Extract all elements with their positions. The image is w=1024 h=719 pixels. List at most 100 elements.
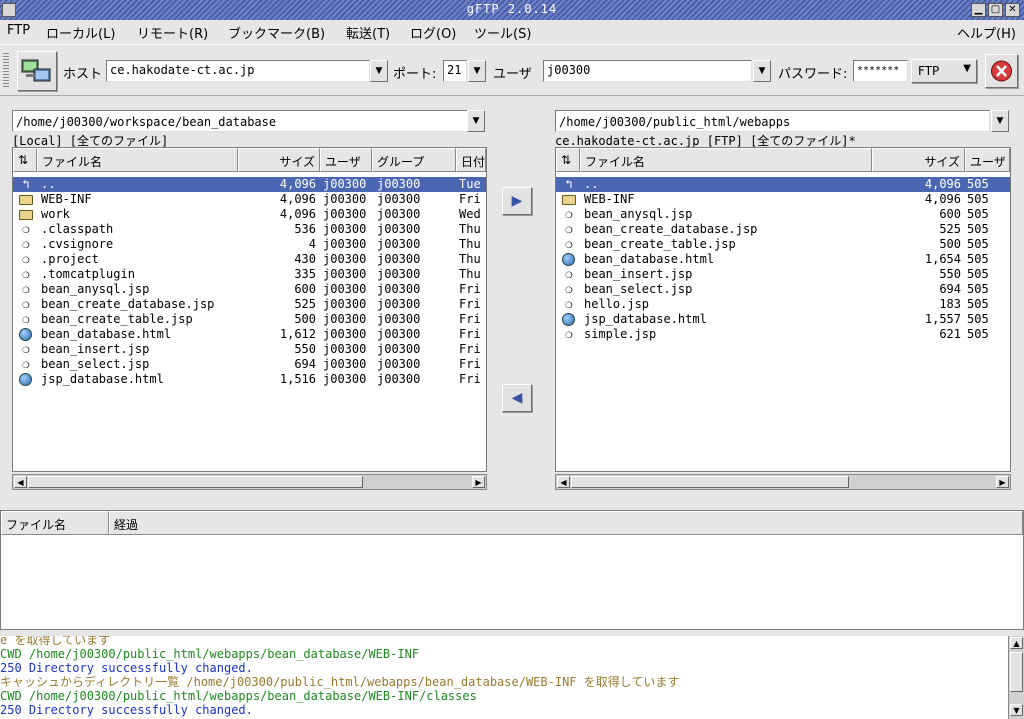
toolbar-grip-icon[interactable] (3, 53, 9, 89)
local-file-row[interactable]: work 4,096 j00300 j00300 Wed (13, 207, 486, 222)
local-col-date[interactable]: 日付 (456, 148, 486, 172)
remote-cell-size: 4,096 (924, 192, 961, 206)
scroll-up-icon[interactable]: ▲ (1010, 637, 1023, 649)
local-hscrollbar[interactable]: ◀ ▶ (12, 474, 487, 490)
local-file-row[interactable]: jsp_database.html 1,516 j00300 j00300 Fri (13, 372, 486, 387)
remote-path-dropdown-icon[interactable]: ▼ (991, 110, 1009, 132)
local-file-row[interactable]: ❍ bean_create_database.jsp 525 j00300 j00300… (13, 297, 486, 312)
local-file-row[interactable]: bean_database.html 1,612 j00300 j00300 Fri (13, 327, 486, 342)
local-file-row[interactable]: ❍ bean_select.jsp 694 j00300 j00300 Fri (13, 357, 486, 372)
local-cell-user: j00300 (323, 297, 367, 311)
password-label: パスワード: (778, 67, 848, 82)
remote-file-row[interactable]: ↰.. 4,096 505 (556, 177, 1010, 192)
remote-file-row[interactable]: ❍ bean_create_database.jsp 525 505 (556, 222, 1010, 237)
minimize-icon[interactable]: ▁ (971, 3, 986, 17)
local-file-row[interactable]: ❍ bean_create_table.jsp 500 j00300 j00300 Fri (13, 312, 486, 327)
port-input[interactable]: 21 (443, 60, 467, 82)
local-hscroll-thumb[interactable] (28, 476, 363, 488)
remote-path-input[interactable]: /home/j00300/public_html/webapps (555, 110, 990, 132)
local-path-input[interactable]: /home/j00300/workspace/bean_database (12, 110, 468, 132)
user-input[interactable]: j00300 (543, 60, 752, 82)
protocol-value: FTP (918, 64, 940, 78)
host-input[interactable]: ce.hakodate-ct.ac.jp (106, 60, 370, 82)
file-icon: ❍ (22, 297, 30, 311)
local-file-row[interactable]: ↰.. 4,096 j00300 j00300 Tue (13, 177, 486, 192)
local-file-row[interactable]: ❍ bean_anysql.jsp 600 j00300 j00300 Fri (13, 282, 486, 297)
scroll-left-icon[interactable]: ◀ (14, 476, 27, 488)
local-file-row[interactable]: ❍ .tomcatplugin 335 j00300 j00300 Thu (13, 267, 486, 282)
remote-hscrollbar[interactable]: ◀ ▶ (555, 474, 1011, 490)
transfer-queue[interactable]: ファイル名 経過 (0, 510, 1024, 630)
local-col-user[interactable]: ユーザ (320, 148, 372, 172)
title-bar[interactable]: gFTP 2.0.14 ▁ ▢ ✕ (0, 0, 1024, 20)
menu-transfer[interactable]: 転送(T) (346, 23, 390, 42)
local-cell-date: Fri (459, 342, 481, 356)
remote-file-row[interactable]: ❍ bean_select.jsp 694 505 (556, 282, 1010, 297)
local-cell-user: j00300 (323, 252, 367, 266)
host-dropdown-icon[interactable]: ▼ (370, 60, 388, 82)
user-dropdown-icon[interactable]: ▼ (753, 60, 771, 82)
local-file-row[interactable]: WEB-INF 4,096 j00300 j00300 Fri (13, 192, 486, 207)
log-vscroll-thumb[interactable] (1010, 652, 1023, 692)
parent-dir-icon: ↰ (22, 177, 30, 191)
local-cell-date: Wed (459, 207, 481, 221)
scroll-down-icon[interactable]: ▼ (1010, 704, 1023, 716)
scroll-right-icon[interactable]: ▶ (472, 476, 485, 488)
local-file-row[interactable]: ❍ .project 430 j00300 j00300 Thu (13, 252, 486, 267)
local-cell-date: Fri (459, 282, 481, 296)
protocol-select[interactable]: FTP ▼ (911, 59, 977, 83)
transfer-col-name[interactable]: ファイル名 (1, 511, 109, 535)
log-line: 250 Directory successfully changed. (0, 703, 253, 717)
remote-file-row[interactable]: ❍ bean_create_table.jsp 500 505 (556, 237, 1010, 252)
menu-tools[interactable]: ツール(S) (474, 23, 531, 42)
upload-button[interactable]: ▶ (502, 187, 532, 215)
user-label: ユーザ (493, 67, 532, 82)
transfer-col-progress[interactable]: 経過 (109, 511, 1023, 535)
remote-file-row[interactable]: ❍ bean_insert.jsp 550 505 (556, 267, 1010, 282)
local-file-row[interactable]: ❍ bean_insert.jsp 550 j00300 j00300 Fri (13, 342, 486, 357)
menu-ftp[interactable]: FTP (7, 23, 30, 38)
remote-cell-size: 500 (939, 237, 961, 251)
menu-remote[interactable]: リモート(R) (137, 23, 208, 42)
download-button[interactable]: ◀ (502, 384, 532, 412)
remote-col-name[interactable]: ファイル名 (580, 148, 872, 172)
local-cell-group: j00300 (377, 372, 421, 386)
remote-file-row[interactable]: ❍ bean_anysql.jsp 600 505 (556, 207, 1010, 222)
scroll-left-icon[interactable]: ◀ (557, 476, 570, 488)
remote-col-user[interactable]: ユーザ (965, 148, 1010, 172)
stop-icon (991, 60, 1012, 82)
port-dropdown-icon[interactable]: ▼ (468, 60, 486, 82)
close-window-icon[interactable]: ✕ (1005, 3, 1020, 17)
local-col-group[interactable]: グループ (372, 148, 456, 172)
local-file-row[interactable]: ❍ .cvsignore 4 j00300 j00300 Thu (13, 237, 486, 252)
maximize-icon[interactable]: ▢ (988, 3, 1003, 17)
local-cell-group: j00300 (377, 237, 421, 251)
scroll-right-icon[interactable]: ▶ (996, 476, 1009, 488)
remote-col-size[interactable]: サイズ (872, 148, 965, 172)
menu-bookmark[interactable]: ブックマーク(B) (228, 23, 325, 42)
local-cell-date: Fri (459, 357, 481, 371)
remote-file-row[interactable]: jsp_database.html 1,557 505 (556, 312, 1010, 327)
local-file-row[interactable]: ❍ .classpath 536 j00300 j00300 Thu (13, 222, 486, 237)
remote-hscroll-thumb[interactable] (571, 476, 849, 488)
remote-file-row[interactable]: ❍ hello.jsp 183 505 (556, 297, 1010, 312)
remote-sort-icon[interactable]: ⇅ (556, 148, 580, 172)
local-sort-icon[interactable]: ⇅ (13, 148, 37, 172)
remote-file-row[interactable]: ❍ simple.jsp 621 505 (556, 327, 1010, 342)
remote-file-row[interactable]: WEB-INF 4,096 505 (556, 192, 1010, 207)
menu-help[interactable]: ヘルプ(H) (957, 23, 1016, 42)
menu-log[interactable]: ログ(O) (410, 23, 456, 42)
local-col-name[interactable]: ファイル名 (37, 148, 238, 172)
log-vscrollbar[interactable]: ▲ ▼ (1008, 636, 1024, 719)
connect-button[interactable] (17, 51, 57, 91)
remote-file-list[interactable]: ⇅ ファイル名 サイズ ユーザ ↰.. 4,096 505 WEB-INF 4,096 5… (555, 147, 1011, 472)
remote-file-row[interactable]: bean_database.html 1,654 505 (556, 252, 1010, 267)
local-path-dropdown-icon[interactable]: ▼ (467, 110, 485, 132)
log-view[interactable]: e を取得しています CWD /home/j00300/public_html/w… (0, 636, 1008, 719)
disconnect-button[interactable] (985, 54, 1018, 88)
password-input[interactable]: ******* (853, 60, 908, 82)
menu-local[interactable]: ローカル(L) (46, 23, 115, 42)
html-file-icon (19, 328, 32, 341)
local-file-list[interactable]: ⇅ ファイル名 サイズ ユーザ グループ 日付 ↰.. 4,096 j00300 j0… (12, 147, 487, 472)
local-col-size[interactable]: サイズ (238, 148, 320, 172)
